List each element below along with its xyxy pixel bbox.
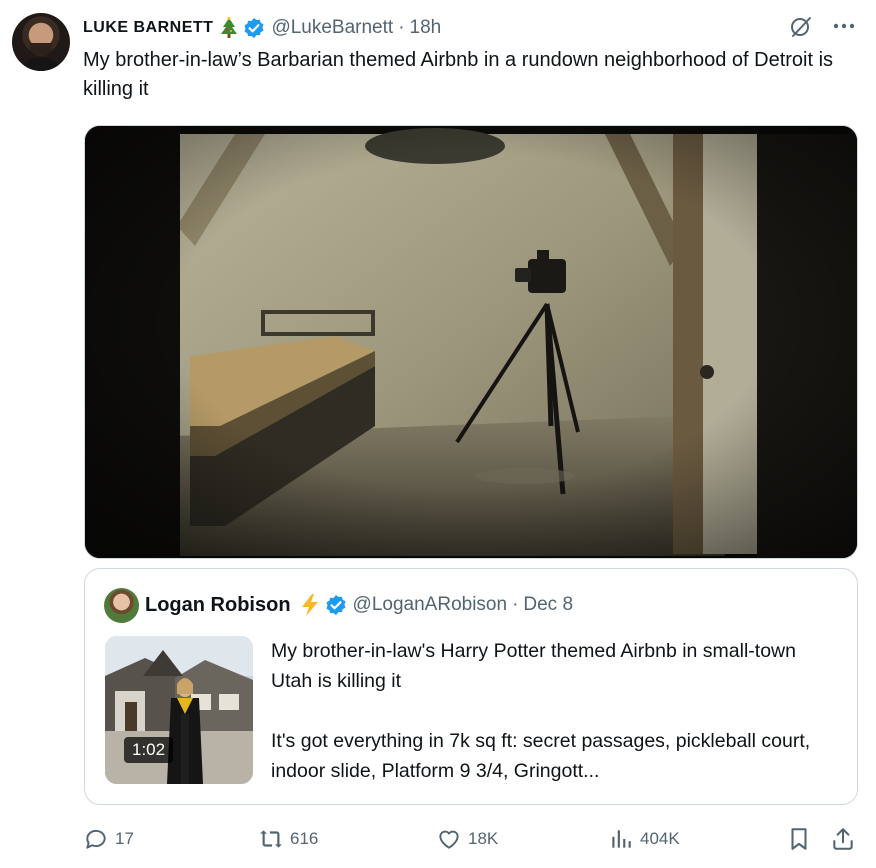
quote-author-name[interactable]: Logan Robison	[145, 594, 291, 617]
repost-count: 616	[290, 829, 319, 848]
room-scene-image	[85, 126, 857, 558]
author-avatar[interactable]	[12, 13, 70, 71]
avatar-beard	[30, 43, 52, 57]
header-separator: ·	[398, 17, 405, 38]
like-icon	[439, 830, 459, 849]
quoted-tweet[interactable]: Logan Robison @LoganARobison · Dec 8 1:0…	[84, 568, 858, 805]
verified-badge-icon[interactable]	[243, 17, 265, 39]
like-count: 18K	[468, 829, 499, 848]
tweet-header: LUKE BARNETT @LukeBarnett · 18h	[83, 16, 441, 40]
repost-button[interactable]: 616	[258, 826, 318, 852]
video-duration: 1:02	[124, 737, 174, 763]
more-icon[interactable]	[830, 16, 858, 36]
quote-date[interactable]: Dec 8	[523, 594, 573, 616]
verified-badge-icon[interactable]	[325, 594, 347, 616]
author-handle[interactable]: @LukeBarnett	[271, 17, 393, 39]
views-icon	[612, 830, 631, 848]
reply-button[interactable]: 17	[83, 826, 134, 852]
share-icon[interactable]	[830, 826, 856, 852]
avatar-shirt	[20, 57, 62, 71]
views-button[interactable]: 404K	[608, 826, 680, 852]
bookmark-icon[interactable]	[786, 826, 812, 852]
quote-video-thumbnail[interactable]: 1:02	[105, 636, 253, 784]
tweet-text: My brother-in-law’s Barbarian themed Air…	[83, 49, 834, 100]
author-name[interactable]: LUKE BARNETT	[83, 19, 213, 37]
quote-text: My brother-in-law's Harry Potter themed …	[271, 640, 811, 782]
quote-author-handle[interactable]: @LoganARobison	[353, 594, 508, 616]
tweet-actions: 17 616 18K 404K	[0, 822, 876, 856]
repost-icon	[260, 830, 282, 848]
bolt-icon	[301, 594, 318, 616]
quote-author-avatar[interactable]	[104, 588, 139, 623]
grok-icon[interactable]	[789, 15, 813, 39]
views-count: 404K	[640, 829, 680, 848]
quote-header: Logan Robison @LoganARobison · Dec 8	[145, 591, 573, 619]
tree-icon	[221, 17, 238, 38]
tweet-media-image[interactable]	[84, 125, 858, 559]
reply-icon	[86, 829, 106, 849]
reply-count: 17	[115, 829, 134, 848]
tweet-time[interactable]: 18h	[410, 17, 442, 39]
like-button[interactable]: 18K	[436, 826, 498, 852]
quote-header-separator: ·	[512, 594, 519, 615]
